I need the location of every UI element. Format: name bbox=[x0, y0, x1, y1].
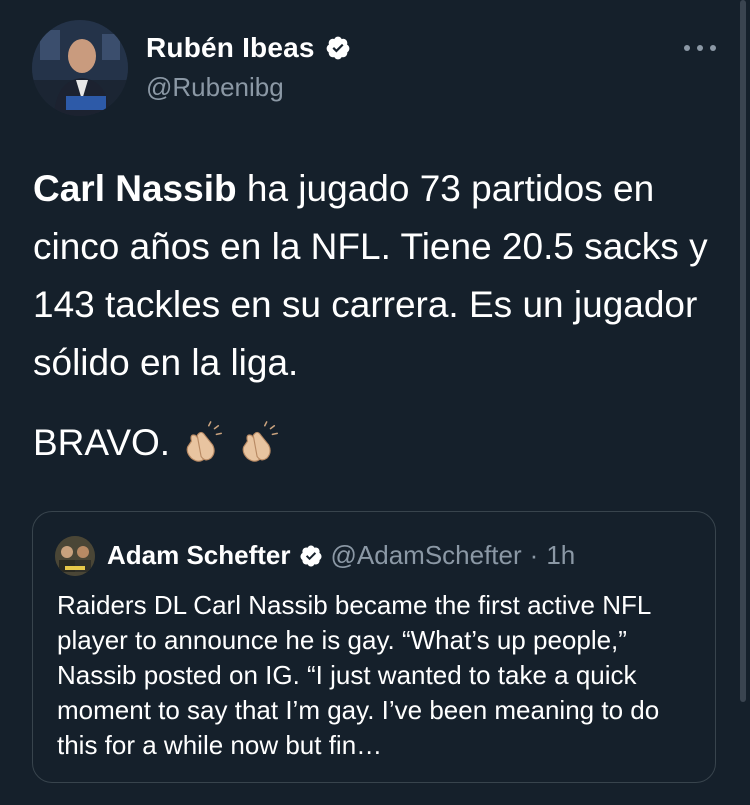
quoted-tweet-header: Adam Schefter @AdamSchefter · 1h bbox=[107, 540, 575, 571]
quoted-tweet[interactable]: Adam Schefter @AdamSchefter · 1h Raiders… bbox=[32, 511, 716, 783]
verified-badge-icon bbox=[325, 35, 351, 61]
quoted-author-name[interactable]: Adam Schefter bbox=[107, 540, 291, 571]
tweet-card: Rubén Ibeas @Rubenibg Carl Nassib ha jug… bbox=[0, 0, 750, 805]
more-dot bbox=[684, 45, 690, 51]
more-dot bbox=[697, 45, 703, 51]
bravo-text: BRAVO. bbox=[33, 422, 171, 463]
author-avatar[interactable] bbox=[32, 20, 128, 116]
more-dot bbox=[710, 45, 716, 51]
tweet-text: Carl Nassib ha jugado 73 partidos en cin… bbox=[33, 160, 723, 392]
quoted-timestamp[interactable]: 1h bbox=[546, 540, 575, 571]
more-options-icon[interactable] bbox=[684, 38, 716, 58]
quoted-author-avatar[interactable] bbox=[55, 536, 95, 576]
clapping-hands-icon bbox=[236, 420, 282, 466]
tweet-bravo-line: BRAVO. bbox=[33, 414, 282, 472]
tweet-bold-name: Carl Nassib bbox=[33, 168, 237, 209]
quoted-tweet-text: Raiders DL Carl Nassib became the first … bbox=[57, 590, 660, 760]
clapping-hands-icon bbox=[180, 420, 226, 466]
verified-badge-icon bbox=[299, 544, 323, 568]
quoted-separator: · bbox=[529, 540, 539, 570]
quoted-author-handle[interactable]: @AdamSchefter bbox=[331, 540, 522, 571]
author-handle[interactable]: @Rubenibg bbox=[146, 72, 284, 103]
scrollbar[interactable] bbox=[740, 0, 746, 702]
author-display-name[interactable]: Rubén Ibeas bbox=[146, 32, 315, 64]
author-name-row: Rubén Ibeas bbox=[146, 32, 351, 64]
